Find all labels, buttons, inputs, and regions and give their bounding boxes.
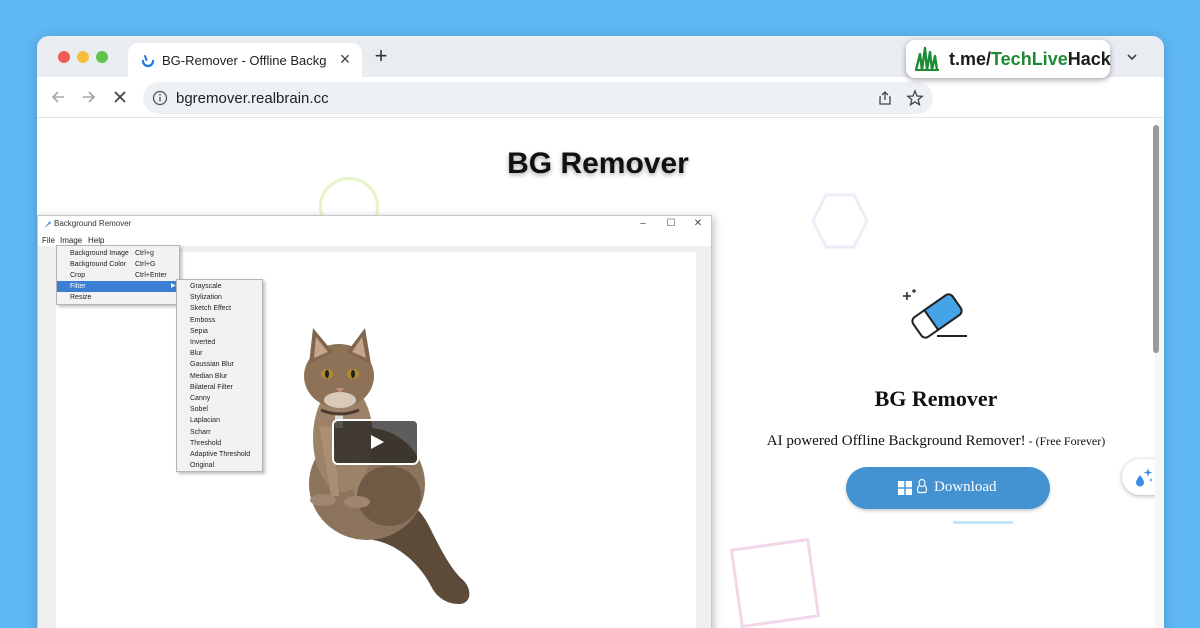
filter-item-original[interactable]: Original: [177, 460, 262, 471]
decorative-hexagon: [811, 193, 869, 249]
scrollbar-thumb[interactable]: [1153, 125, 1159, 353]
chevron-down-icon[interactable]: [1125, 50, 1139, 64]
loading-spinner-icon: [141, 55, 155, 68]
filter-item-adaptive-threshold[interactable]: Adaptive Threshold: [177, 449, 262, 460]
filter-item-scharr[interactable]: Scharr: [177, 427, 262, 438]
grass-logo-icon: [914, 46, 939, 71]
filter-item-gaussian-blur[interactable]: Gaussian Blur: [177, 359, 262, 370]
filter-item-inverted[interactable]: Inverted: [177, 337, 262, 348]
page-title: BG Remover: [507, 147, 689, 180]
menu-file[interactable]: File: [42, 236, 55, 245]
share-icon[interactable]: [877, 90, 893, 106]
free-forever-note: - (Free Forever): [1025, 434, 1106, 448]
browser-window: BG-Remover - Offline Background Remover …: [37, 36, 1164, 628]
download-label: Download: [934, 479, 997, 495]
menu-item-background-image[interactable]: Background Image Ctrl+g: [57, 248, 179, 259]
app-minimize-button[interactable]: –: [636, 218, 650, 230]
decorative-line: [953, 512, 1013, 524]
filter-submenu: Grayscale Stylization Sketch Effect Embo…: [176, 279, 263, 472]
menu-item-resize[interactable]: Resize: [57, 292, 179, 303]
app-close-button[interactable]: ✕: [691, 218, 705, 230]
filter-item-stylization[interactable]: Stylization: [177, 292, 262, 303]
app-maximize-button[interactable]: ☐: [664, 218, 678, 230]
play-icon: [371, 435, 384, 449]
app-screenshot-window: Background Remover – ☐ ✕ File Image Help: [37, 215, 712, 628]
filter-item-sobel[interactable]: Sobel: [177, 404, 262, 415]
image-menu-dropdown: Background Image Ctrl+g Background Color C…: [56, 245, 180, 305]
filter-item-laplacian[interactable]: Laplacian: [177, 415, 262, 426]
maximize-window-button[interactable]: [96, 51, 108, 63]
app-title: Background Remover: [54, 219, 132, 228]
filter-item-emboss[interactable]: Emboss: [177, 315, 262, 326]
filter-item-sketch-effect[interactable]: Sketch Effect: [177, 303, 262, 314]
menu-item-filter[interactable]: Filter ▶: [57, 281, 179, 292]
decorative-square: [729, 537, 821, 628]
filter-item-blur[interactable]: Blur: [177, 348, 262, 359]
windows-logo-icon: [898, 481, 912, 495]
new-tab-button[interactable]: +: [371, 45, 391, 67]
address-bar[interactable]: bgremover.realbrain.cc: [143, 82, 933, 114]
back-arrow-icon[interactable]: [48, 87, 68, 107]
submenu-arrow-icon: ▶: [171, 283, 176, 289]
menu-item-crop[interactable]: Crop Ctrl+Enter: [57, 270, 179, 281]
site-info-icon[interactable]: [152, 90, 168, 106]
tab-title: BG-Remover - Offline Background Remover: [162, 53, 326, 68]
app-titlebar: Background Remover – ☐ ✕: [38, 216, 711, 234]
linux-penguin-icon: [916, 479, 928, 494]
web-page: BG Remover Background Remover – ☐ ✕ File…: [37, 119, 1164, 628]
menu-help[interactable]: Help: [88, 236, 104, 245]
stop-loading-icon[interactable]: [110, 87, 130, 107]
filter-item-bilateral-filter[interactable]: Bilateral Filter: [177, 382, 262, 393]
close-window-button[interactable]: [58, 51, 70, 63]
feather-icon: [44, 221, 51, 228]
menu-item-background-color[interactable]: Background Color Ctrl+G: [57, 259, 179, 270]
sparkle-droplet-icon: [1136, 468, 1153, 487]
product-description: AI powered Offline Background Remover! -…: [737, 433, 1135, 450]
tab-bg-remover[interactable]: BG-Remover - Offline Background Remover …: [128, 43, 362, 77]
url-text: bgremover.realbrain.cc: [176, 90, 329, 107]
forward-arrow-icon[interactable]: [79, 87, 99, 107]
telegram-handle: t.me/TechLiveHack: [949, 49, 1111, 69]
tab-close-icon[interactable]: ×: [336, 50, 354, 68]
eraser-icon: [903, 289, 967, 339]
menu-image[interactable]: Image: [60, 236, 82, 245]
minimize-window-button[interactable]: [77, 51, 89, 63]
bookmark-star-icon[interactable]: [906, 89, 924, 107]
filter-item-grayscale[interactable]: Grayscale: [177, 281, 262, 292]
telegram-watermark-badge: t.me/TechLiveHack: [906, 40, 1111, 78]
browser-toolbar: bgremover.realbrain.cc: [37, 77, 1164, 118]
filter-item-sepia[interactable]: Sepia: [177, 326, 262, 337]
video-play-button[interactable]: [332, 419, 419, 465]
download-button[interactable]: Download: [846, 467, 1050, 509]
filter-item-canny[interactable]: Canny: [177, 393, 262, 404]
filter-item-threshold[interactable]: Threshold: [177, 438, 262, 449]
description-text: AI powered Offline Background Remover!: [766, 433, 1026, 449]
filter-item-median-blur[interactable]: Median Blur: [177, 371, 262, 382]
product-title: BG Remover: [874, 386, 998, 411]
